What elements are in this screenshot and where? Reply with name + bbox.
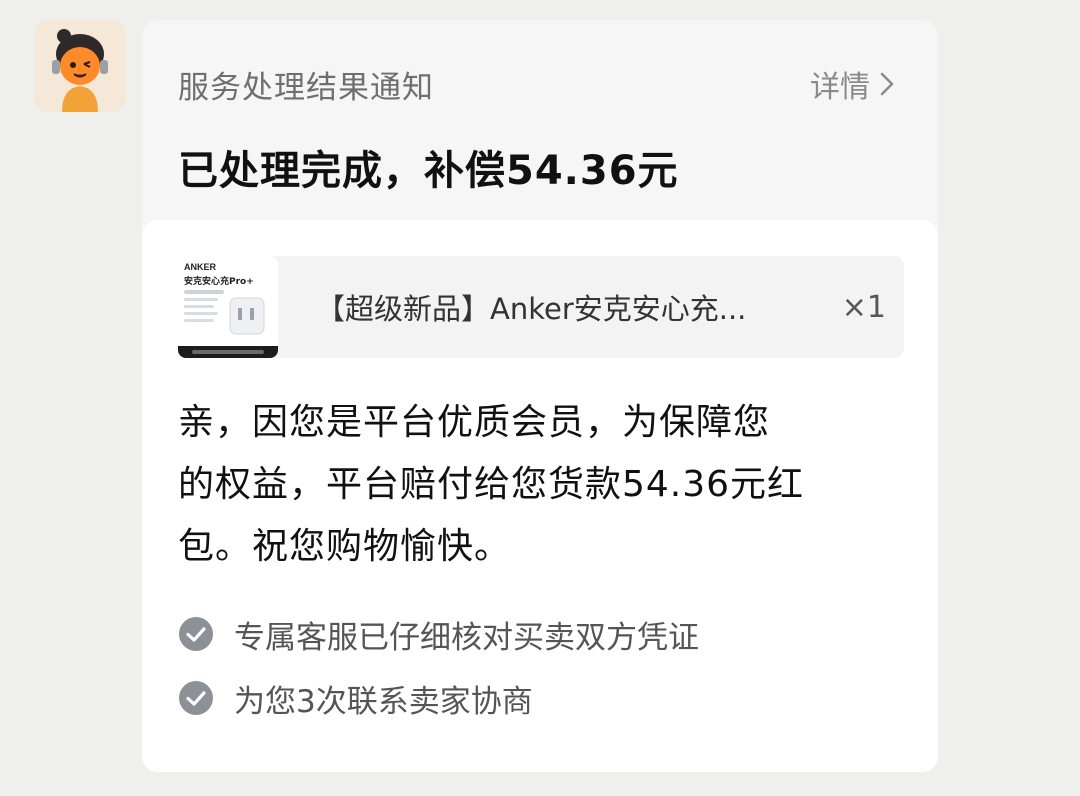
charger-product-image: ANKER 安克安心充Pro+ [178,256,278,358]
detail-link[interactable]: 详情 [810,62,894,106]
detail-label: 详情 [810,70,870,105]
notice-title: 服务处理结果通知 [178,69,434,106]
product-quantity: ×1 [841,289,886,325]
check-item: 为您3次联系卖家协商 [178,678,699,720]
compensation-message: 亲，因您是平台优质会员，为保障您 的权益，平台赔付给您货款54.36元红 包。祝… [178,392,898,578]
card-header: 服务处理结果通知 详情 [178,62,894,106]
message-line: 包。祝您购物愉快。 [178,526,512,567]
chevron-right-icon [880,72,894,96]
result-body: ANKER 安克安心充Pro+ 【超级新品】Anker安克安心充... ×1 亲… [142,220,938,772]
service-result-card[interactable]: 服务处理结果通知 详情 已处理完成，补偿54.36元 ANKER 安克安心充Pr… [142,20,938,772]
message-line: 亲，因您是平台优质会员，为保障您 [178,402,771,443]
check-item: 专属客服已仔细核对买卖双方凭证 [178,614,699,656]
cartoon-agent-icon [34,20,126,112]
check-circle-icon [179,617,213,651]
check-label: 专属客服已仔细核对买卖双方凭证 [234,619,699,656]
thumb-title: 安克安心充Pro+ [184,275,254,287]
compensation-headline: 已处理完成，补偿54.36元 [178,148,679,194]
check-label: 为您3次联系卖家协商 [234,683,533,720]
service-avatar[interactable] [34,20,126,112]
product-name: 【超级新品】Anker安克安心充... [316,292,747,326]
verification-checklist: 专属客服已仔细核对买卖双方凭证 为您3次联系卖家协商 [178,614,699,742]
check-circle-icon [179,681,213,715]
product-item[interactable]: ANKER 安克安心充Pro+ 【超级新品】Anker安克安心充... ×1 [178,256,904,358]
chat-page: 服务处理结果通知 详情 已处理完成，补偿54.36元 ANKER 安克安心充Pr… [0,0,1080,796]
message-line: 的权益，平台赔付给您货款54.36元红 [178,464,805,505]
product-thumbnail: ANKER 安克安心充Pro+ [178,256,278,358]
thumb-brand: ANKER [184,262,217,272]
